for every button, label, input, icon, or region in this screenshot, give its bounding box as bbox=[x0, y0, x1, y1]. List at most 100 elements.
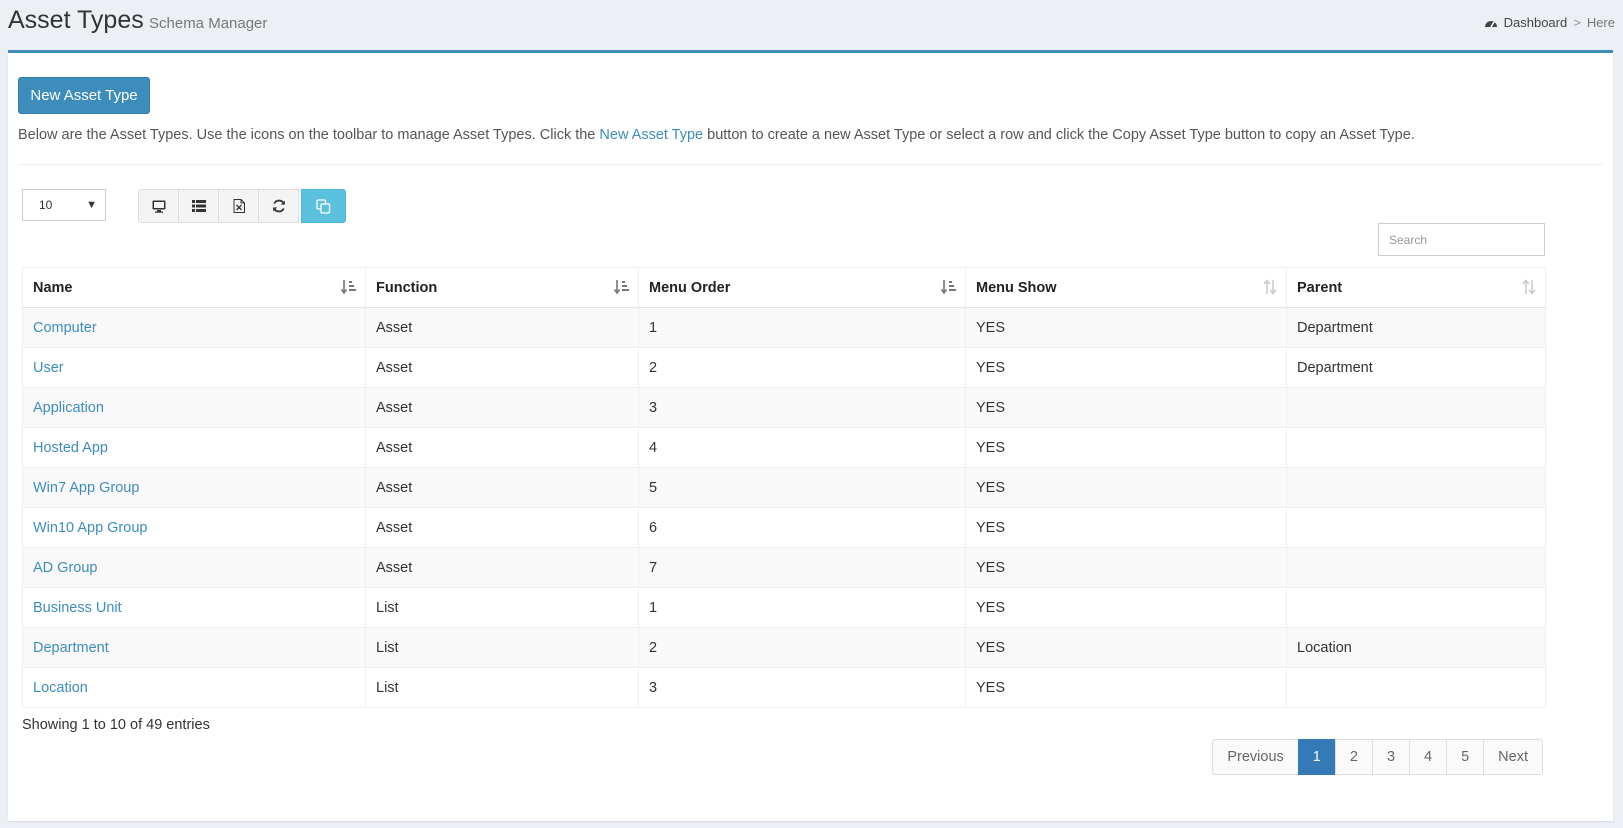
column-header-function-label: Function bbox=[376, 279, 438, 296]
asset-types-panel: New Asset Type Below are the Asset Types… bbox=[8, 50, 1613, 821]
cell-parent bbox=[1286, 507, 1546, 548]
copy-asset-type-button[interactable] bbox=[301, 189, 346, 223]
cell-function: Asset bbox=[365, 427, 639, 468]
cell-parent bbox=[1286, 427, 1546, 468]
asset-type-link[interactable]: AD Group bbox=[33, 560, 97, 576]
column-header-menu-order[interactable]: Menu Order bbox=[638, 267, 966, 308]
sort-amount-icon bbox=[941, 280, 956, 295]
export-excel-button[interactable] bbox=[218, 189, 259, 223]
excel-icon bbox=[233, 199, 245, 213]
asset-type-link[interactable]: Department bbox=[33, 640, 109, 656]
intro-text-after: button to create a new Asset Type or sel… bbox=[703, 127, 1415, 143]
column-header-function[interactable]: Function bbox=[365, 267, 639, 308]
refresh-button[interactable] bbox=[258, 189, 299, 223]
asset-type-link[interactable]: Win7 App Group bbox=[33, 480, 139, 496]
divider bbox=[18, 164, 1603, 165]
table-row[interactable]: Win7 App Group Asset 5 YES bbox=[22, 467, 1546, 508]
table-toolbar bbox=[138, 189, 346, 223]
search-input[interactable] bbox=[1378, 223, 1545, 256]
sort-amount-icon bbox=[614, 280, 629, 295]
cell-function: Asset bbox=[365, 307, 639, 348]
cell-name: Win10 App Group bbox=[22, 507, 366, 548]
cell-parent bbox=[1286, 667, 1546, 708]
asset-type-link[interactable]: Hosted App bbox=[33, 440, 108, 456]
cell-function: Asset bbox=[365, 547, 639, 588]
asset-type-link[interactable]: Business Unit bbox=[33, 600, 122, 616]
column-header-menu-show[interactable]: Menu Show bbox=[965, 267, 1287, 308]
table-row[interactable]: Hosted App Asset 4 YES bbox=[22, 427, 1546, 468]
table-row[interactable]: Location List 3 YES bbox=[22, 667, 1546, 708]
pagination-page-2[interactable]: 2 bbox=[1334, 739, 1373, 775]
page-title: Asset Types bbox=[8, 6, 144, 34]
intro-text-before: Below are the Asset Types. Use the icons… bbox=[18, 127, 600, 143]
cell-menu-order: 1 bbox=[638, 307, 966, 348]
page-subtitle: Schema Manager bbox=[149, 15, 268, 32]
cell-menu-show: YES bbox=[965, 307, 1287, 348]
page-length-value: 10 bbox=[39, 198, 53, 212]
cell-function: Asset bbox=[365, 387, 639, 428]
asset-type-link[interactable]: Win10 App Group bbox=[33, 520, 147, 536]
asset-type-link[interactable]: User bbox=[33, 360, 64, 376]
cell-menu-show: YES bbox=[965, 587, 1287, 628]
cell-menu-order: 2 bbox=[638, 627, 966, 668]
cell-function: List bbox=[365, 587, 639, 628]
sort-amount-icon bbox=[341, 280, 356, 295]
chevron-down-icon: ▼ bbox=[86, 199, 97, 211]
column-header-name[interactable]: Name bbox=[22, 267, 366, 308]
breadcrumb-dashboard-link[interactable]: Dashboard bbox=[1504, 15, 1568, 30]
pagination-next[interactable]: Next bbox=[1483, 739, 1543, 775]
content-header: Asset Types Schema Manager Dashboard > H… bbox=[8, 6, 1615, 46]
breadcrumb: Dashboard > Here bbox=[1484, 15, 1615, 30]
cell-menu-show: YES bbox=[965, 507, 1287, 548]
cell-function: List bbox=[365, 627, 639, 668]
cell-menu-order: 6 bbox=[638, 507, 966, 548]
asset-type-link[interactable]: Computer bbox=[33, 320, 97, 336]
pagination-page-5[interactable]: 5 bbox=[1446, 739, 1485, 775]
table-row[interactable]: User Asset 2 YES Department bbox=[22, 347, 1546, 388]
intro-text: Below are the Asset Types. Use the icons… bbox=[18, 127, 1415, 143]
cell-name: Department bbox=[22, 627, 366, 668]
desktop-view-button[interactable] bbox=[138, 189, 179, 223]
table-row[interactable]: Computer Asset 1 YES Department bbox=[22, 307, 1546, 348]
column-visibility-button[interactable] bbox=[178, 189, 219, 223]
table-row[interactable]: AD Group Asset 7 YES bbox=[22, 547, 1546, 588]
cell-name: AD Group bbox=[22, 547, 366, 588]
page-length-select[interactable]: 10 ▼ bbox=[22, 189, 106, 221]
cell-function: Asset bbox=[365, 467, 639, 508]
sort-both-icon bbox=[1263, 279, 1277, 295]
new-asset-type-button[interactable]: New Asset Type bbox=[18, 77, 150, 114]
cell-parent: Department bbox=[1286, 347, 1546, 388]
new-asset-type-link[interactable]: New Asset Type bbox=[599, 127, 703, 143]
cell-menu-order: 2 bbox=[638, 347, 966, 388]
cell-function: Asset bbox=[365, 507, 639, 548]
column-header-name-label: Name bbox=[33, 279, 73, 296]
sort-both-icon bbox=[1522, 279, 1536, 295]
table-row[interactable]: Department List 2 YES Location bbox=[22, 627, 1546, 668]
asset-type-link[interactable]: Location bbox=[33, 680, 88, 696]
column-header-parent[interactable]: Parent bbox=[1286, 267, 1546, 308]
cell-name: Hosted App bbox=[22, 427, 366, 468]
cell-parent bbox=[1286, 467, 1546, 508]
pagination-previous[interactable]: Previous bbox=[1212, 739, 1299, 775]
pagination-page-4[interactable]: 4 bbox=[1409, 739, 1448, 775]
table-row[interactable]: Application Asset 3 YES bbox=[22, 387, 1546, 428]
desktop-icon bbox=[152, 200, 165, 213]
cell-menu-show: YES bbox=[965, 627, 1287, 668]
pagination-page-3[interactable]: 3 bbox=[1371, 739, 1411, 775]
copy-icon bbox=[316, 198, 331, 214]
cell-name: Win7 App Group bbox=[22, 467, 366, 508]
column-header-menu-order-label: Menu Order bbox=[649, 279, 731, 296]
cell-name: Location bbox=[22, 667, 366, 708]
breadcrumb-separator: > bbox=[1573, 15, 1581, 30]
table-row[interactable]: Business Unit List 1 YES bbox=[22, 587, 1546, 628]
cell-name: User bbox=[22, 347, 366, 388]
cell-name: Computer bbox=[22, 307, 366, 348]
cell-menu-order: 3 bbox=[638, 667, 966, 708]
asset-type-link[interactable]: Application bbox=[33, 400, 104, 416]
list-icon bbox=[191, 200, 206, 212]
pagination-page-1[interactable]: 1 bbox=[1297, 739, 1336, 775]
table-row[interactable]: Win10 App Group Asset 6 YES bbox=[22, 507, 1546, 548]
cell-menu-show: YES bbox=[965, 467, 1287, 508]
cell-parent bbox=[1286, 547, 1546, 588]
cell-menu-show: YES bbox=[965, 547, 1287, 588]
